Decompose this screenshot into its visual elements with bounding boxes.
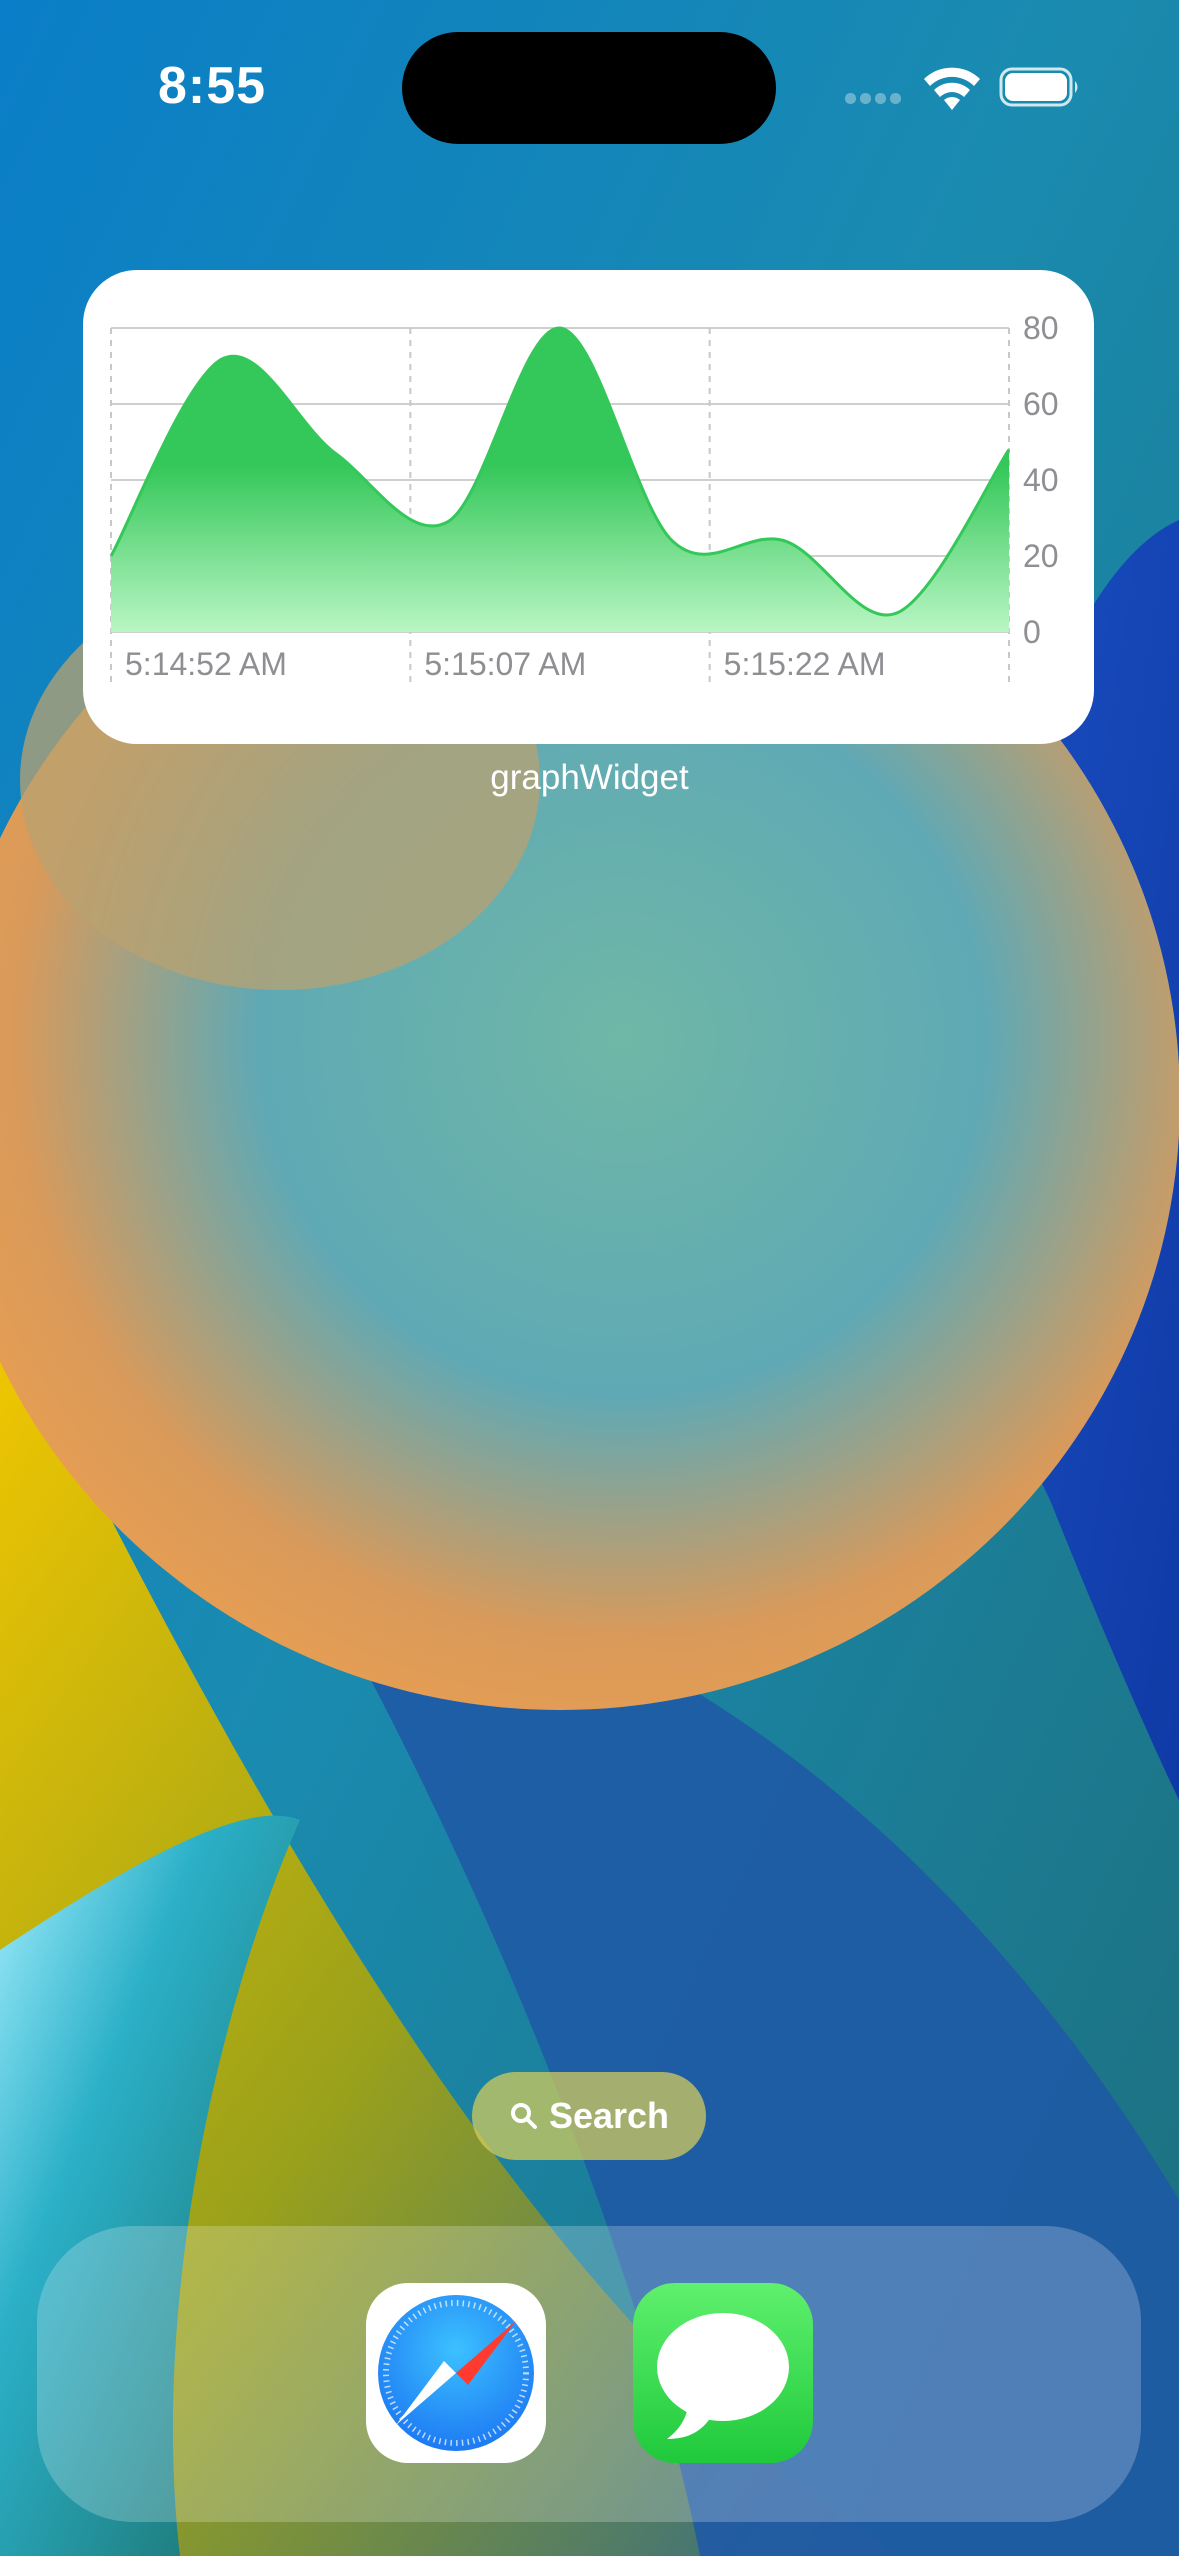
safari-app-icon[interactable] [366,2283,546,2463]
search-button[interactable]: Search [472,2072,706,2160]
y-tick-label: 60 [1023,386,1059,422]
cellular-signal-icon [845,93,903,107]
status-time: 8:55 [158,57,267,115]
messages-app-icon[interactable] [633,2283,813,2463]
graph-widget[interactable]: 80 60 40 20 0 5:14:52 AM 5:15:07 AM 5:15:22 AM [83,270,1094,744]
search-icon [510,2103,537,2129]
y-tick-label: 20 [1023,538,1059,574]
x-tick-label: 5:14:52 AM [125,646,287,682]
search-label: Search [548,2095,670,2136]
widget-label: graphWidget [490,758,689,797]
y-tick-label: 0 [1023,614,1041,650]
wifi-icon [924,67,980,110]
area-chart: 80 60 40 20 0 5:14:52 AM 5:15:07 AM 5:15:22 AM [109,310,1059,682]
safari-icon [378,2295,534,2451]
x-tick-label: 5:15:22 AM [724,646,886,682]
dock [37,2226,1141,2522]
y-tick-label: 80 [1023,310,1059,346]
x-tick-label: 5:15:07 AM [424,646,586,682]
messages-icon [657,2313,789,2439]
dynamic-island [402,32,776,144]
y-tick-label: 40 [1023,462,1059,498]
battery-icon [999,67,1078,107]
